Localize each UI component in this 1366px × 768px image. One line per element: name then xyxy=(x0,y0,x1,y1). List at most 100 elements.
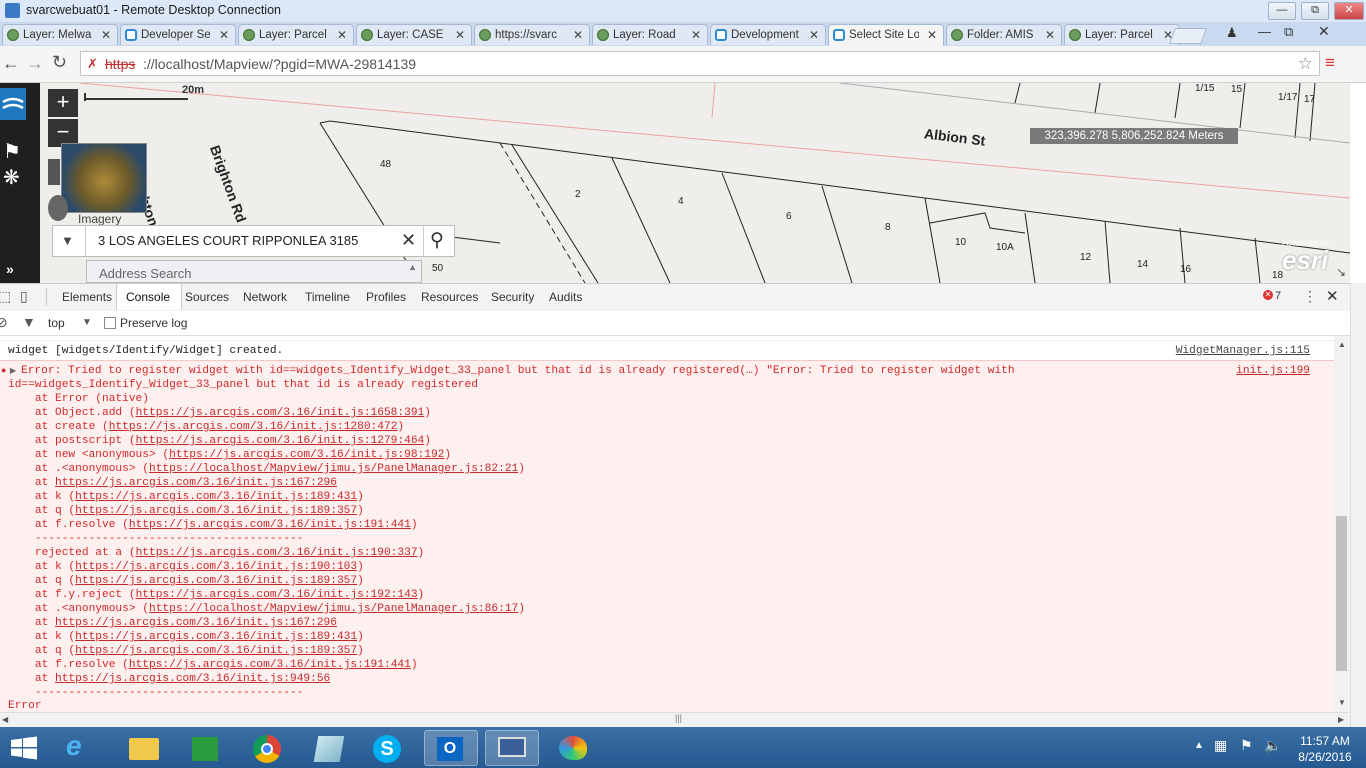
search-icon[interactable]: ⚲ xyxy=(430,229,444,252)
notepad-icon[interactable] xyxy=(302,730,356,766)
browser-tab[interactable]: Layer: Road ✕ xyxy=(592,24,708,45)
devtools-tab-elements[interactable]: Elements xyxy=(62,290,112,304)
devtools-tab-audits[interactable]: Audits xyxy=(549,290,582,304)
device-mode-icon[interactable]: ▯ xyxy=(20,288,28,305)
tab-close-icon[interactable]: ✕ xyxy=(101,28,111,42)
console-horizontal-scrollbar[interactable]: ◀ ||| ▶ xyxy=(0,712,1350,727)
new-tab-button[interactable] xyxy=(1169,28,1207,44)
console-output[interactable]: widget [widgets/Identify/Widget] created… xyxy=(0,336,1334,712)
tray-expand-icon[interactable]: ▲ xyxy=(1194,740,1204,751)
browser-close-icon[interactable]: ✕ xyxy=(1318,23,1330,40)
explorer-icon[interactable] xyxy=(117,730,171,766)
browser-tab[interactable]: Layer: CASE ✕ xyxy=(356,24,472,45)
stack-frame-link[interactable]: https://js.arcgis.com/3.16/init.js:191:4… xyxy=(129,519,411,531)
devtools-tab-console[interactable]: Console xyxy=(126,290,170,304)
skype-icon[interactable]: S xyxy=(360,730,414,766)
taskbar-clock[interactable]: 11:57 AM 8/26/2016 xyxy=(1290,733,1360,765)
tab-close-icon[interactable]: ✕ xyxy=(1045,28,1055,42)
scroll-left-icon[interactable]: ◀ xyxy=(2,715,8,724)
expand-triangle-icon[interactable]: ▶ xyxy=(10,366,16,376)
error-count[interactable]: 7 xyxy=(1275,290,1281,302)
devtools-tab-profiles[interactable]: Profiles xyxy=(366,290,406,304)
forward-icon[interactable]: → xyxy=(26,53,44,74)
stack-frame-link[interactable]: https://js.arcgis.com/3.16/init.js:167:2… xyxy=(55,477,337,489)
devtools-tab-security[interactable]: Security xyxy=(491,290,534,304)
tab-close-icon[interactable]: ✕ xyxy=(219,28,229,42)
map-layers-icon[interactable]: ⚑ xyxy=(3,139,21,164)
start-button[interactable] xyxy=(10,736,38,760)
bookmark-star-icon[interactable]: ☆ xyxy=(1298,54,1313,74)
rdp-restore-button[interactable]: ⧉ xyxy=(1301,2,1329,20)
browser-tab[interactable]: Developer Se ✕ xyxy=(120,24,236,45)
tab-close-icon[interactable]: ✕ xyxy=(927,28,937,42)
locate-icon[interactable] xyxy=(48,195,68,221)
error-source-link[interactable]: init.js:199 xyxy=(1236,365,1310,377)
stack-frame-link[interactable]: https://js.arcgis.com/3.16/init.js:190:3… xyxy=(136,547,418,559)
stack-frame-link[interactable]: https://js.arcgis.com/3.16/init.js:189:3… xyxy=(75,645,357,657)
scroll-grip-icon[interactable]: ||| xyxy=(675,713,682,723)
console-vertical-scrollbar[interactable]: ▲ ▼ xyxy=(1334,336,1350,712)
devtools-tab-sources[interactable]: Sources xyxy=(185,290,229,304)
tab-close-icon[interactable]: ✕ xyxy=(691,28,701,42)
browser-tab[interactable]: Folder: AMIS ✕ xyxy=(946,24,1062,45)
scroll-up-icon[interactable]: ▲ xyxy=(408,262,417,272)
profile-icon[interactable]: ♟ xyxy=(1226,25,1238,41)
reload-icon[interactable]: ↻ xyxy=(52,52,67,73)
browser-tab[interactable]: Select Site Lo ✕ xyxy=(828,24,944,47)
menu-icon[interactable]: ≡ xyxy=(1325,53,1335,73)
url-field[interactable]: ✗ https ://localhost/Mapview/?pgid=MWA-2… xyxy=(80,51,1320,76)
back-icon[interactable]: ← xyxy=(2,53,20,74)
stack-frame-link[interactable]: https://localhost/Mapview/jimu.js/PanelM… xyxy=(149,463,518,475)
outlook-icon[interactable]: O xyxy=(424,730,478,766)
film-reel-icon[interactable]: ❋ xyxy=(3,165,20,190)
browser-tab[interactable]: Development ✕ xyxy=(710,24,826,45)
tab-close-icon[interactable]: ✕ xyxy=(809,28,819,42)
ie-icon[interactable]: e xyxy=(56,730,110,766)
stack-frame-link[interactable]: https://js.arcgis.com/3.16/init.js:189:3… xyxy=(75,505,357,517)
stack-frame-link[interactable]: https://js.arcgis.com/3.16/init.js:189:3… xyxy=(75,575,357,587)
scroll-thumb[interactable] xyxy=(1336,516,1347,671)
flag-icon[interactable]: ⚑ xyxy=(1240,737,1253,754)
stack-frame-link[interactable]: https://js.arcgis.com/3.16/init.js:189:4… xyxy=(75,631,357,643)
home-icon[interactable] xyxy=(48,159,60,185)
browser-restore-icon[interactable]: ⧉ xyxy=(1284,24,1293,40)
browser-tab[interactable]: https://svarc ✕ xyxy=(474,24,590,45)
tab-close-icon[interactable]: ✕ xyxy=(573,28,583,42)
insecure-lock-icon[interactable]: ✗ xyxy=(87,56,98,72)
paint-icon[interactable] xyxy=(546,730,600,766)
devtools-tab-network[interactable]: Network xyxy=(243,290,287,304)
basemap-thumbnail[interactable] xyxy=(61,143,147,213)
network-icon[interactable]: ▦ xyxy=(1214,737,1227,754)
clear-console-icon[interactable]: ⊘ xyxy=(0,314,8,331)
stack-frame-link[interactable]: https://js.arcgis.com/3.16/init.js:191:4… xyxy=(129,659,411,671)
browser-tab[interactable]: Layer: Parcel ✕ xyxy=(238,24,354,45)
devtools-close-icon[interactable]: ✕ xyxy=(1326,287,1339,305)
resize-icon[interactable]: ↘ xyxy=(1336,265,1346,279)
filter-icon[interactable]: ▼ xyxy=(22,314,36,330)
devtools-tab-timeline[interactable]: Timeline xyxy=(305,290,350,304)
console-source-link[interactable]: WidgetManager.js:115 xyxy=(1176,345,1310,357)
browser-tab[interactable]: Layer: Parcel ✕ xyxy=(1064,24,1180,45)
context-dropdown-icon[interactable]: ▼ xyxy=(82,317,92,328)
scroll-right-icon[interactable]: ▶ xyxy=(1338,715,1344,724)
stack-frame-link[interactable]: https://js.arcgis.com/3.16/init.js:949:5… xyxy=(55,673,330,685)
stack-frame-link[interactable]: https://js.arcgis.com/3.16/init.js:1280:… xyxy=(109,421,398,433)
expand-panel-icon[interactable]: » xyxy=(6,261,14,277)
stack-frame-link[interactable]: https://js.arcgis.com/3.16/init.js:167:2… xyxy=(55,617,337,629)
stack-frame-link[interactable]: https://js.arcgis.com/3.16/init.js:192:1… xyxy=(136,589,418,601)
chrome-icon[interactable] xyxy=(240,730,294,766)
page-vertical-scrollbar[interactable] xyxy=(1350,283,1366,727)
scroll-down-arrow-icon[interactable]: ▼ xyxy=(1338,698,1346,707)
stack-frame-link[interactable]: https://js.arcgis.com/3.16/init.js:190:1… xyxy=(75,561,357,573)
clear-search-icon[interactable]: ✕ xyxy=(401,230,416,251)
zoom-in-button[interactable]: + xyxy=(48,89,78,117)
search-dropdown-icon[interactable]: ▼ xyxy=(61,233,74,248)
devtools-tab-resources[interactable]: Resources xyxy=(421,290,478,304)
inspect-icon[interactable]: ⬚ xyxy=(0,288,11,305)
rdp-close-button[interactable]: ✕ xyxy=(1334,2,1364,20)
stack-frame-link[interactable]: https://localhost/Mapview/jimu.js/PanelM… xyxy=(149,603,518,615)
browser-minimize-icon[interactable]: — xyxy=(1258,24,1271,39)
volume-icon[interactable]: 🔈 xyxy=(1264,737,1281,754)
stack-frame-link[interactable]: https://js.arcgis.com/3.16/init.js:189:4… xyxy=(75,491,357,503)
browser-tab[interactable]: Layer: Melwa ✕ xyxy=(2,24,118,45)
